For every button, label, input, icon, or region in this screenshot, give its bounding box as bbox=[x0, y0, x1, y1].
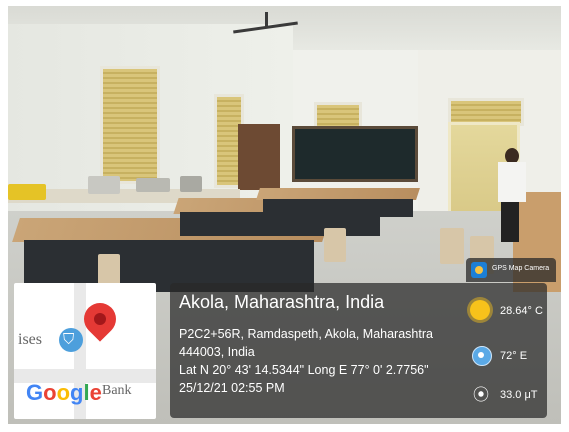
google-letter: e bbox=[89, 380, 102, 405]
address-line-2: 444003, India bbox=[179, 345, 255, 359]
map-thumbnail[interactable]: ises Bank ⛉ Google bbox=[14, 283, 156, 419]
map-label-bank: Bank bbox=[102, 383, 132, 398]
magnet-icon: ⦿ bbox=[472, 385, 489, 404]
stool-3 bbox=[440, 228, 464, 264]
instrument-grey-1 bbox=[88, 176, 120, 194]
instrument-grey-3 bbox=[180, 176, 202, 192]
wind-icon-center bbox=[478, 352, 484, 358]
instrument-yellow bbox=[8, 184, 46, 200]
coordinates: Lat N 20° 43' 14.5344" Long E 77° 0' 2.7… bbox=[179, 363, 429, 377]
google-logo: Google bbox=[26, 380, 102, 406]
window-icon bbox=[100, 66, 160, 184]
gps-map-camera-icon bbox=[471, 262, 487, 278]
google-letter: o bbox=[43, 380, 57, 405]
table-body-3 bbox=[263, 199, 413, 217]
google-letter: g bbox=[70, 380, 84, 405]
location-city: Akola, Maharashtra, India bbox=[179, 292, 385, 312]
screenshot-frame: ises Bank ⛉ Google GPS Map Camera Akola,… bbox=[0, 0, 569, 432]
magnetic-value: 33.0 μT bbox=[500, 389, 538, 401]
stool-2 bbox=[324, 228, 346, 262]
gps-map-camera-badge: GPS Map Camera bbox=[466, 258, 556, 282]
map-label-left: ises bbox=[18, 331, 42, 348]
google-letter: o bbox=[56, 380, 71, 405]
gps-map-camera-label: GPS Map Camera bbox=[492, 265, 550, 272]
wind-value: 72° E bbox=[500, 350, 528, 362]
map-pin-dot bbox=[94, 313, 106, 325]
datetime: 25/12/21 02:55 PM bbox=[179, 381, 285, 395]
cart-glyph: ⛉ bbox=[63, 330, 75, 348]
address-line-1: P2C2+56R, Ramdaspeth, Akola, Maharashtra bbox=[179, 327, 433, 341]
temperature-value: 28.64° C bbox=[500, 305, 543, 317]
person-trousers bbox=[501, 202, 519, 242]
blackboard-icon bbox=[292, 126, 418, 182]
cupboard bbox=[238, 124, 280, 190]
google-letter: G bbox=[26, 380, 44, 405]
sun-icon bbox=[470, 300, 490, 320]
instrument-grey-2 bbox=[136, 178, 170, 192]
ceiling-fan-blade bbox=[265, 12, 268, 28]
person-shirt bbox=[498, 162, 526, 202]
